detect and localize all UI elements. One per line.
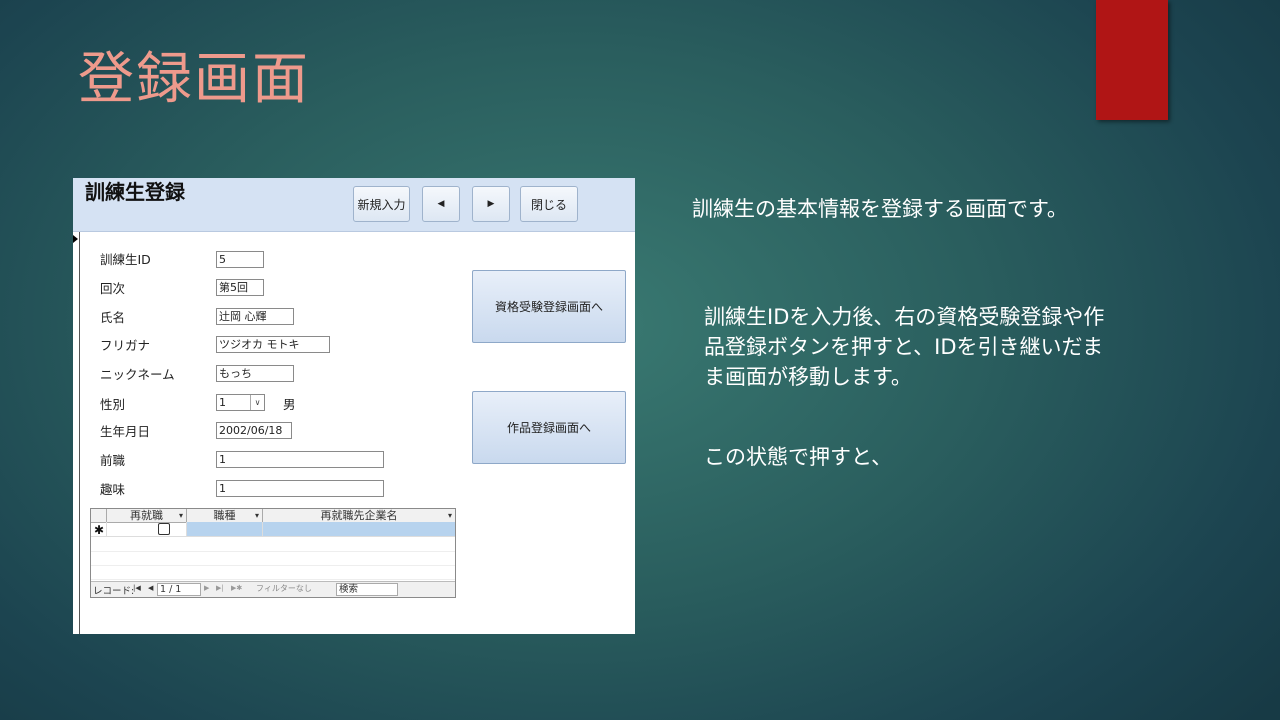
accent-tab	[1096, 0, 1168, 120]
row-selector-header	[91, 509, 107, 522]
empty-row	[91, 565, 455, 580]
new-record-nav-icon[interactable]: ▶✱	[231, 584, 242, 592]
birthdate-field[interactable]: 2002/06/18	[216, 422, 292, 439]
empty-row	[91, 551, 455, 566]
gender-text: 男	[283, 397, 296, 412]
first-record-icon[interactable]: |◀	[133, 584, 141, 592]
empty-row	[91, 537, 455, 552]
chevron-down-icon: ▾	[447, 511, 452, 520]
form-title: 訓練生登録	[85, 180, 185, 204]
reemployment-checkbox[interactable]	[158, 523, 170, 535]
term-label: 回次	[100, 281, 126, 296]
name-label: 氏名	[100, 310, 126, 325]
gender-label: 性別	[100, 397, 126, 412]
name-field[interactable]: 辻岡 心輝	[216, 308, 294, 325]
hobby-field[interactable]: 1	[216, 480, 384, 497]
birthdate-label: 生年月日	[100, 424, 151, 439]
term-field[interactable]: 第5回	[216, 279, 264, 296]
description-2: 訓練生IDを入力後、右の資格受験登録や作品登録ボタンを押すと、IDを引き継いだま…	[704, 305, 1105, 389]
prev-record-button[interactable]: ◀	[422, 186, 460, 222]
hobby-label: 趣味	[100, 482, 126, 497]
chevron-down-icon: ▾	[178, 511, 183, 520]
trainee-id-label: 訓練生ID	[100, 252, 151, 267]
new-record-icon: ✱	[94, 523, 105, 537]
new-entry-button[interactable]: 新規入力	[353, 186, 410, 222]
last-record-icon[interactable]: ▶|	[216, 584, 224, 592]
next-record-button[interactable]: ▶	[472, 186, 510, 222]
previous-job-label: 前職	[100, 453, 126, 468]
description-3: この状態で押すと、	[704, 445, 893, 469]
gender-combo[interactable]: 1 ∨	[216, 394, 265, 411]
description-1: 訓練生の基本情報を登録する画面です。	[692, 197, 1068, 221]
nickname-field[interactable]: もっち	[216, 365, 294, 382]
current-record-icon	[73, 235, 78, 243]
slide-title: 登録画面	[78, 47, 310, 112]
works-registration-button[interactable]: 作品登録画面へ	[472, 391, 626, 464]
furigana-label: フリガナ	[100, 338, 151, 353]
qualification-registration-button[interactable]: 資格受験登録画面へ	[472, 270, 626, 343]
nickname-label: ニックネーム	[100, 367, 175, 382]
gender-value: 1	[219, 396, 226, 409]
search-input[interactable]: 検索	[336, 583, 398, 596]
column-header-company[interactable]: 再就職先企業名 ▾	[263, 509, 455, 522]
record-nav-label: レコード:	[93, 586, 135, 597]
company-cell[interactable]	[263, 522, 455, 536]
chevron-down-icon: ▾	[254, 511, 259, 520]
job-type-cell[interactable]	[187, 522, 263, 536]
reemployment-cell[interactable]	[107, 522, 187, 536]
record-counter[interactable]: 1 / 1	[157, 583, 201, 596]
access-form-screenshot: 訓練生登録 新規入力 ◀ ▶ 閉じる 訓練生ID 5 回次 第5回 氏名 辻岡 …	[73, 178, 635, 634]
previous-job-field[interactable]: 1	[216, 451, 384, 468]
chevron-down-icon[interactable]: ∨	[250, 395, 264, 410]
close-button[interactable]: 閉じる	[520, 186, 578, 222]
next-record-icon[interactable]: ▶	[204, 584, 209, 592]
record-selector-bar	[73, 232, 80, 634]
form-header: 訓練生登録 新規入力 ◀ ▶ 閉じる	[73, 178, 635, 232]
furigana-field[interactable]: ツジオカ モトキ	[216, 336, 330, 353]
prev-record-icon[interactable]: ◀	[148, 584, 153, 592]
reemployment-subform: 再就職▾ 職種▾ 再就職先企業名▾ ✱ レコード: |◀ ◀ 1 / 1	[90, 508, 456, 598]
filter-status[interactable]: フィルターなし	[256, 583, 312, 594]
new-record-row[interactable]	[91, 522, 455, 537]
trainee-id-field[interactable]: 5	[216, 251, 264, 268]
subform-header: 再就職 ▾ 職種 ▾ 再就職先企業名 ▾	[91, 509, 455, 523]
record-navigation-bar: レコード: |◀ ◀ 1 / 1 ▶ ▶| ▶✱ フィルターなし 検索	[91, 581, 455, 597]
column-header-job-type[interactable]: 職種 ▾	[187, 509, 263, 522]
column-header-reemployment[interactable]: 再就職 ▾	[107, 509, 187, 522]
